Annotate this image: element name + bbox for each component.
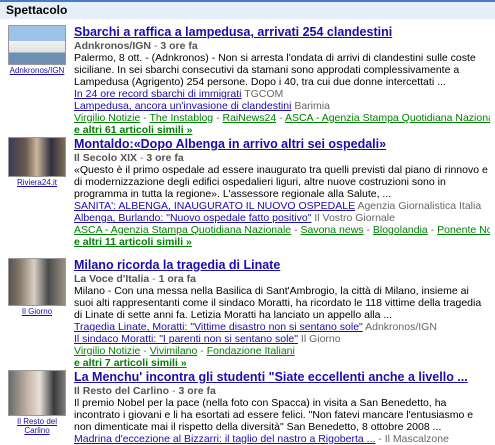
related-source: Il Vostro Giornale [314,212,395,224]
story-thumbnail[interactable]: Riviera24.it [8,137,66,188]
related-source: Barimia [294,100,330,112]
source-link[interactable]: RaiNews24 [222,112,276,124]
ceremony-photo[interactable] [8,258,66,306]
related-article-link[interactable]: In 24 ore record sbarchi di immigrati [74,88,241,100]
related-article-link[interactable]: Tragedia Linate, Moratti: "Vittime disas… [74,321,363,333]
source-link[interactable]: ASCA - Agenzia Stampa Quotidiana Naziona… [74,224,291,236]
story-title-link[interactable]: Montaldo:«Dopo Albenga in arrivo altri s… [74,137,490,152]
story-title-link[interactable]: La Menchu' incontra gli studenti "Siate … [74,370,490,385]
thumbnail-source-link[interactable]: Il Resto del Carlino [8,417,66,435]
story-source: Il Resto del Carlino [74,385,170,397]
related-article-link[interactable]: Albenga, Burlando: "Nuovo ospedale fatto… [74,212,311,224]
story-title-link[interactable]: Sbarchi a raffica a lampedusa, arrivati … [74,25,490,40]
ship-photo[interactable] [8,25,66,65]
source-link[interactable]: Ponente Notizie [437,224,490,236]
story-snippet: Palermo, 8 ott. - (Adnkronos) - Non si a… [74,52,476,88]
thumbnail-source-link[interactable]: Adnkronos/IGN [8,66,66,76]
story-source: La Voce d'Italia [74,273,150,285]
story-time: 3 ore fa [178,385,216,397]
source-link[interactable]: Virgilio Notizie [74,345,140,357]
related-source: Adnkronos/IGN [365,321,437,333]
more-articles-link[interactable]: e altri 7 articoli simili » [74,357,187,369]
section-header: Spettacolo [0,0,495,19]
related-source: Il Mascalzone [384,433,449,445]
related-source: Il Giorno [300,333,341,345]
story-snippet: Milano - Con una messa nella Basilica di… [74,285,482,321]
story-thumbnail[interactable]: Adnkronos/IGN [8,25,66,76]
story-time: 1 ora fa [158,273,196,285]
section-title: Spettacolo [6,3,68,17]
source-link[interactable]: Savona news [300,224,363,236]
source-link[interactable]: ASCA - Agenzia Stampa Quotidiana Naziona… [285,112,490,124]
story-time: 3 ore fa [146,152,184,164]
people-photo[interactable] [8,137,66,177]
source-link[interactable]: Virgilio Notizie [74,112,140,124]
story-snippet: «Questo è il primo ospedale ad essere in… [74,164,488,200]
source-link[interactable]: Blogolandia [373,224,428,236]
story-time: 3 ore fa [160,40,198,52]
related-source: Agenzia Giornalistica Italia [357,200,482,212]
related-source: TGCOM [244,88,284,100]
source-link[interactable]: Fondazione Italiani [207,345,295,357]
related-article-link[interactable]: Lampedusa, ancora un'invasione di clande… [74,100,291,112]
story-title-link[interactable]: Milano ricorda la tragedia di Linate [74,258,490,273]
story-source: Adnkronos/IGN [74,40,152,52]
more-articles-link[interactable]: e altri 61 articoli simili » [74,124,192,136]
related-article-link[interactable]: Madrina d'eccezione al Bizzarri: il tagl… [74,433,375,445]
story-thumbnail[interactable]: Il Resto del Carlino [8,370,66,435]
thumbnail-source-link[interactable]: Riviera24.it [8,178,66,188]
thumbnail-source-link[interactable]: Il Giorno [8,307,66,317]
story-thumbnail[interactable]: Il Giorno [8,258,66,317]
source-link[interactable]: Vivimilano [150,345,198,357]
portrait-photo[interactable] [8,370,66,416]
related-article-link[interactable]: Il sindaco Moratti: "I parenti non si se… [74,333,298,345]
source-link[interactable]: The Instablog [150,112,214,124]
related-article-link[interactable]: SANITA': ALBENGA, INAUGURATO IL NUOVO OS… [74,200,355,212]
more-articles-link[interactable]: e altri 11 articoli simili » [74,236,192,248]
story-snippet: Il premio Nobel per la pace (nella foto … [74,397,474,433]
story-source: Il Secolo XIX [74,152,138,164]
